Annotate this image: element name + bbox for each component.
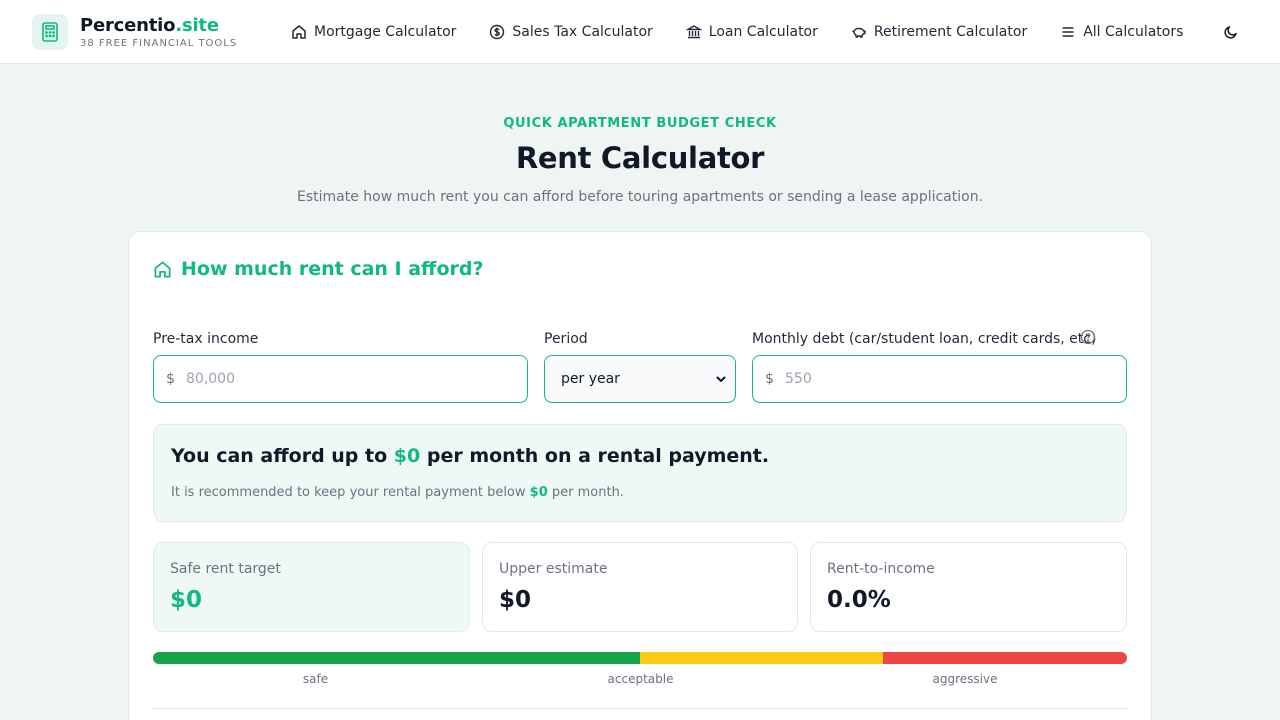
top-nav-bar: Percentio.site 38 FREE FINANCIAL TOOLS M… [0,0,1280,64]
home-icon [154,260,171,278]
recommendation-suffix: per month. [547,485,624,500]
debt-field[interactable]: $ [752,355,1127,403]
meter-segment-acceptable [640,652,883,664]
brand-name: Percentio.site [80,15,237,37]
chevron-down-icon [716,376,726,382]
nav-all-calculators[interactable]: All Calculators [1060,24,1183,40]
page-subtitle: Estimate how much rent you can afford be… [296,189,984,205]
meter-label-safe: safe [302,672,329,686]
brand-name-accent: .site [175,15,219,36]
nav-item-label: All Calculators [1083,24,1184,40]
meter-segment-safe [153,652,640,664]
recommended-rent-amount: $0 [529,485,548,500]
card-heading: How much rent can I afford? [153,258,484,280]
nav-item-label: Mortgage Calculator [314,24,457,40]
card-heading-text: How much rent can I afford? [181,258,484,280]
recommendation-prefix: It is recommended to keep your rental pa… [171,485,530,500]
nav-item-label: Sales Tax Calculator [512,24,653,40]
debt-currency-prefix: $ [765,371,774,387]
result-summary: You can afford up to $0 per month on a r… [153,424,1127,522]
stat-value: 0.0% [827,587,891,613]
period-selected-value: per year [561,371,620,387]
affordable-rent-amount: $0 [393,445,421,467]
nav-retirement-calculator[interactable]: Retirement Calculator [851,24,1027,40]
nav-item-label: Loan Calculator [708,24,818,40]
brand-name-main: Percentio [80,15,176,36]
home-icon [292,25,306,39]
nav-mortgage-calculator[interactable]: Mortgage Calculator [291,24,456,40]
bank-icon [685,25,702,39]
result-headline-suffix: per month on a rental payment. [420,445,770,467]
result-recommendation: It is recommended to keep your rental pa… [171,485,624,500]
brand-tagline: 38 FREE FINANCIAL TOOLS [80,38,238,49]
moon-icon [1224,26,1237,39]
stat-value: $0 [499,587,532,613]
divider [153,708,1127,709]
debt-label: Monthly debt (car/student loan, credit c… [752,331,1097,347]
theme-toggle-button[interactable] [1220,21,1242,43]
income-field[interactable]: $ [153,355,528,403]
stat-card-upper-estimate: Upper estimate $0 [482,542,798,632]
main-nav: Mortgage Calculator Sales Tax Calculator… [291,20,1216,44]
meter-segment-aggressive [883,652,1127,664]
piggy-bank-icon [851,27,866,38]
affordability-meter [153,652,1127,664]
stat-label: Rent-to-income [827,561,935,577]
debt-input[interactable] [785,371,1126,387]
nav-loan-calculator[interactable]: Loan Calculator [685,24,818,40]
page-title: Rent Calculator [515,141,765,175]
rent-calculator-card: How much rent can I afford? Pre-tax inco… [128,231,1152,720]
period-label: Period [544,331,588,347]
dollar-circle-icon [490,24,505,40]
income-currency-prefix: $ [166,371,175,387]
brand-logo[interactable]: Percentio.site 38 FREE FINANCIAL TOOLS [32,14,237,50]
meter-label-acceptable: acceptable [607,672,674,686]
stat-card-safe-rent: Safe rent target $0 [153,542,470,632]
nav-item-label: Retirement Calculator [873,24,1028,40]
result-headline-prefix: You can afford up to [171,445,394,467]
result-headline: You can afford up to $0 per month on a r… [171,445,769,467]
meter-label-aggressive: aggressive [932,672,998,686]
stat-card-rent-to-income: Rent-to-income 0.0% [810,542,1127,632]
stat-value: $0 [170,587,203,613]
nav-sales-tax-calculator[interactable]: Sales Tax Calculator [489,24,653,40]
income-label: Pre-tax income [153,331,259,347]
stat-label: Safe rent target [170,561,281,577]
question-circle-icon[interactable] [1080,329,1096,345]
income-input[interactable] [186,371,527,387]
period-select[interactable]: per year [544,355,736,403]
menu-icon [1062,27,1074,37]
calculator-icon [32,14,68,50]
stat-label: Upper estimate [499,561,608,577]
hero-eyebrow: QUICK APARTMENT BUDGET CHECK [503,116,777,131]
